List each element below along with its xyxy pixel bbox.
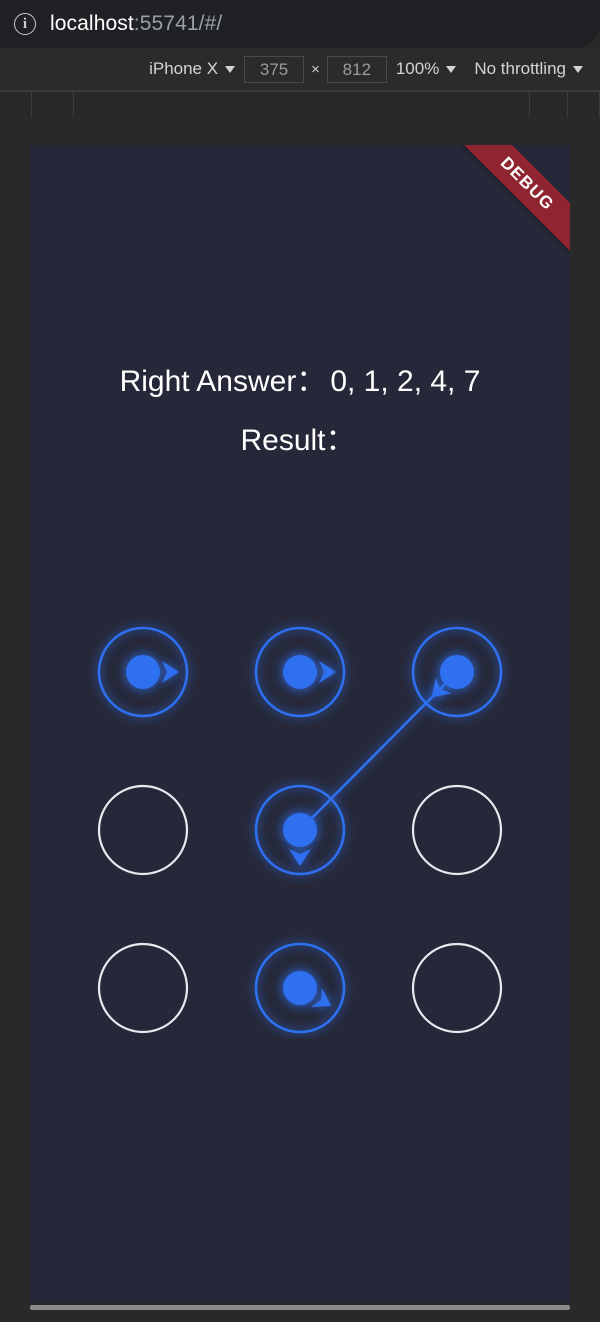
pattern-lock[interactable] [30, 598, 570, 1038]
pattern-node-ring[interactable] [97, 784, 189, 876]
pattern-node-dot [440, 655, 474, 689]
tab-cell[interactable] [568, 92, 600, 117]
zoom-selector[interactable]: 100% [387, 55, 465, 83]
devtools-tab-strip [0, 91, 600, 117]
viewport-resize-handle[interactable] [30, 1305, 570, 1310]
throttling-selector-label: No throttling [474, 59, 566, 78]
pattern-node-dot [283, 971, 317, 1005]
tab-cell[interactable] [0, 92, 32, 117]
pattern-node-dot [126, 655, 160, 689]
pattern-lock-canvas[interactable] [30, 598, 570, 1038]
pattern-node-ring[interactable] [97, 942, 189, 1034]
browser-url-bar[interactable]: i localhost:55741/#/ [0, 0, 600, 48]
tab-cell[interactable] [530, 92, 568, 117]
debug-badge: DEBUG [454, 145, 570, 257]
device-selector-label: iPhone X [149, 59, 219, 78]
right-answer-label: Right Answer： [119, 365, 327, 398]
dimension-separator: × [311, 60, 320, 78]
chevron-down-icon [573, 65, 583, 73]
tab-cell[interactable] [74, 92, 530, 117]
pattern-node-ring[interactable] [411, 942, 503, 1034]
throttling-selector[interactable]: No throttling [465, 55, 592, 83]
pattern-node-dot [283, 655, 317, 689]
viewport-height-input[interactable]: 812 [326, 55, 387, 83]
url-host: localhost [50, 12, 134, 35]
device-selector[interactable]: iPhone X [140, 55, 244, 83]
device-viewport: DEBUG Right Answer： 0, 1, 2, 4, 7 Result： [30, 145, 570, 1303]
url-path: :55741/#/ [133, 12, 223, 35]
chevron-down-icon [446, 65, 457, 73]
zoom-selector-label: 100% [395, 59, 440, 78]
answer-text-block: Right Answer： 0, 1, 2, 4, 7 Result： [30, 367, 570, 456]
pattern-node-dot [283, 813, 317, 847]
url-text: localhost:55741/#/ [50, 12, 222, 36]
chevron-down-icon [225, 65, 236, 73]
right-answer-line: Right Answer： 0, 1, 2, 4, 7 [30, 367, 570, 397]
result-label: Result： [240, 424, 356, 457]
right-answer-value: 0, 1, 2, 4, 7 [330, 365, 481, 398]
info-circle-icon[interactable]: i [14, 13, 36, 35]
viewport-width-input[interactable]: 375 [244, 55, 305, 83]
tab-cell[interactable] [32, 92, 74, 117]
devtools-device-toolbar: iPhone X 375 × 812 100% No throttling [0, 48, 600, 91]
result-line: Result： [30, 426, 570, 456]
pattern-node-ring[interactable] [411, 784, 503, 876]
